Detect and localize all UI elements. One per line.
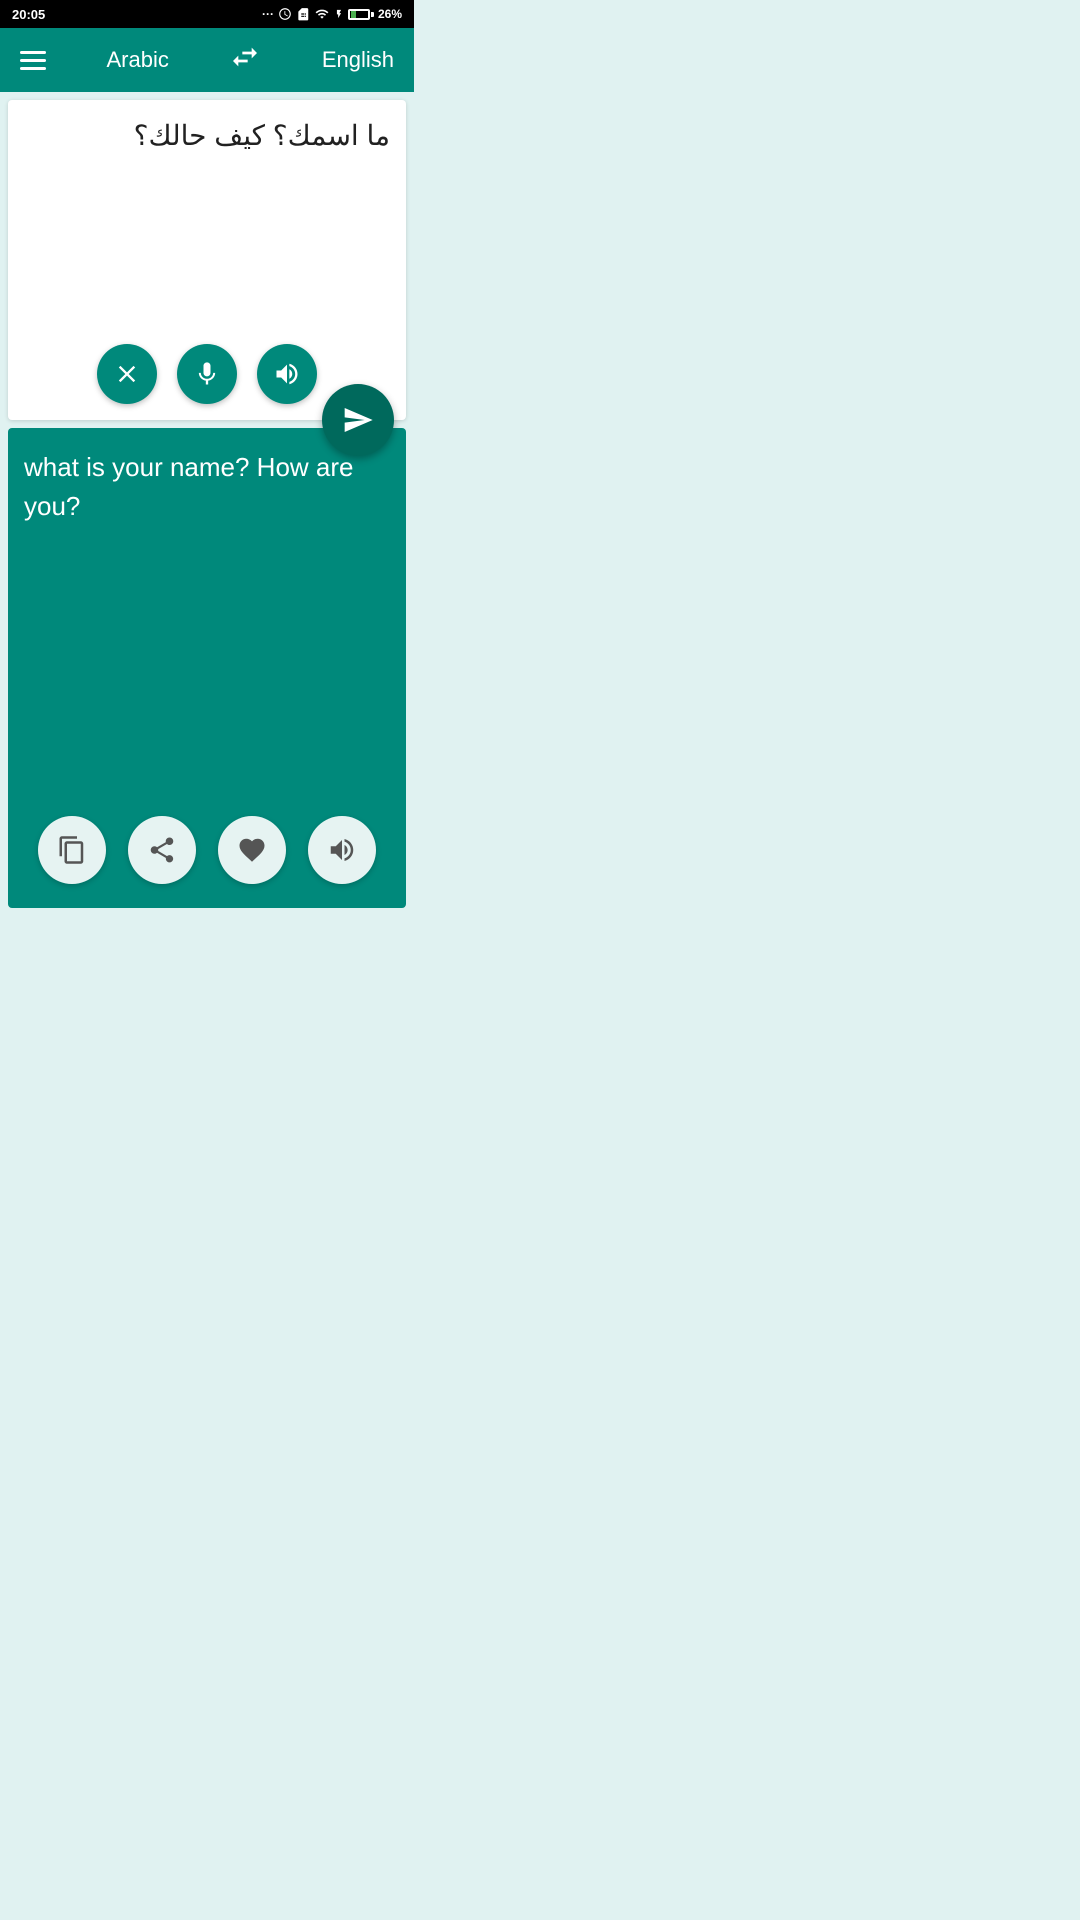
speak-translation-button[interactable] — [308, 816, 376, 884]
microphone-button[interactable] — [177, 344, 237, 404]
source-text[interactable]: ما اسمك؟ كيف حالك؟ — [24, 116, 390, 155]
status-bar: 20:05 ··· 26% — [0, 0, 414, 28]
translated-text: what is your name? How are you? — [24, 448, 390, 526]
status-icons: ··· 26% — [262, 7, 402, 21]
battery-indicator — [348, 9, 374, 20]
share-button[interactable] — [128, 816, 196, 884]
charging-icon — [334, 7, 344, 21]
source-actions — [97, 344, 317, 404]
signal-icon — [314, 7, 330, 21]
menu-button[interactable] — [20, 51, 46, 70]
alarm-icon — [278, 7, 292, 21]
copy-button[interactable] — [38, 816, 106, 884]
app-bar: Arabic English — [0, 28, 414, 92]
target-language-label[interactable]: English — [322, 47, 394, 73]
status-time: 20:05 — [12, 7, 45, 22]
source-panel: ما اسمك؟ كيف حالك؟ — [8, 100, 406, 420]
battery-percent: 26% — [378, 7, 402, 21]
clear-button[interactable] — [97, 344, 157, 404]
swap-languages-button[interactable] — [229, 41, 261, 80]
speak-source-button[interactable] — [257, 344, 317, 404]
source-language-label[interactable]: Arabic — [106, 47, 168, 73]
sim-icon — [296, 7, 310, 21]
dots-icon: ··· — [262, 7, 274, 21]
favorite-button[interactable] — [218, 816, 286, 884]
translation-panel: what is your name? How are you? — [8, 428, 406, 908]
translation-actions — [38, 816, 376, 884]
translate-button[interactable] — [322, 384, 394, 456]
